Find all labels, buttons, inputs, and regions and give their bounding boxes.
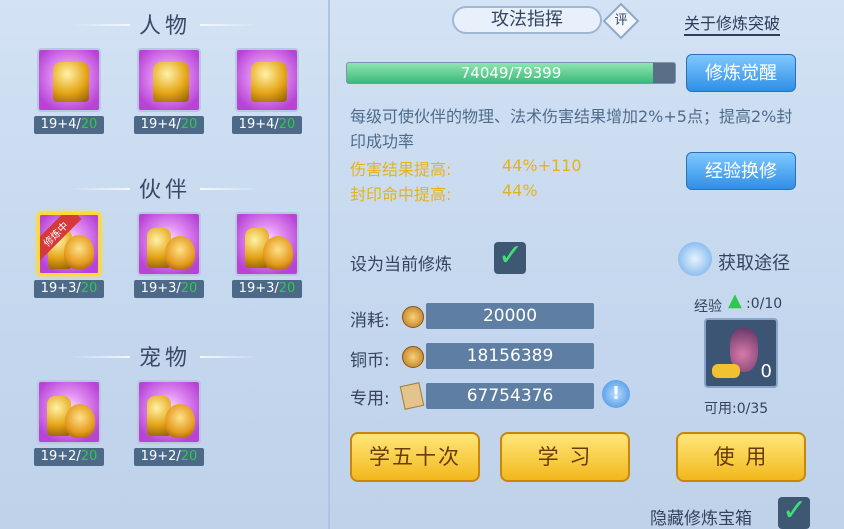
learn-button[interactable]: 学 习 bbox=[500, 432, 630, 482]
level-text: 19+3/ bbox=[140, 281, 181, 296]
check-icon: ✓ bbox=[782, 493, 808, 528]
cat-icon bbox=[165, 404, 195, 438]
swirl-decoration bbox=[70, 356, 130, 358]
swirl-decoration bbox=[200, 24, 260, 26]
cultivation-slot[interactable]: 19+3/20 bbox=[232, 212, 302, 298]
cat-icon bbox=[65, 404, 95, 438]
cost-value-consume: 20000 bbox=[426, 303, 594, 329]
cultivation-slot[interactable]: 修炼中 19+3/20 bbox=[34, 212, 104, 298]
level-bar: 19+3/20 bbox=[232, 280, 302, 298]
exp-value: :0/10 bbox=[746, 296, 783, 312]
cost-label-consume: 消耗: bbox=[350, 311, 390, 331]
check-icon: ✓ bbox=[498, 238, 524, 273]
description-text: 每级可使伙伴的物理、法术伤害结果增加2%+5点；提高2%封印成功率 bbox=[350, 107, 793, 151]
level-text: 19+2/ bbox=[40, 449, 81, 464]
coin-icon bbox=[402, 346, 424, 368]
panel-divider bbox=[328, 0, 330, 529]
bonus-value-seal: 44% bbox=[502, 181, 538, 200]
level-max: 20 bbox=[278, 281, 296, 296]
level-max: 20 bbox=[80, 281, 98, 296]
level-bar: 19+4/20 bbox=[232, 116, 302, 134]
figure-shape bbox=[251, 62, 287, 102]
level-text: 19+3/ bbox=[238, 281, 279, 296]
bonus-label-seal: 封印命中提高: bbox=[350, 185, 452, 204]
meditating-warrior-icon[interactable] bbox=[37, 48, 101, 112]
awaken-button[interactable]: 修炼觉醒 bbox=[686, 54, 796, 92]
level-text: 19+4/ bbox=[238, 117, 279, 132]
level-bar: 19+2/20 bbox=[34, 448, 104, 466]
cultivation-slot[interactable]: 19+4/20 bbox=[134, 48, 204, 134]
swirl-decoration bbox=[200, 356, 260, 358]
level-bar: 19+3/20 bbox=[34, 280, 104, 298]
rate-label: 评 bbox=[614, 13, 628, 28]
cost-value-copper: 18156389 bbox=[426, 343, 594, 369]
swirl-decoration bbox=[70, 24, 130, 26]
learn-fifty-button[interactable]: 学五十次 bbox=[350, 432, 480, 482]
arrow-up-icon: ▲ bbox=[728, 290, 742, 311]
set-current-checkbox[interactable]: ✓ bbox=[494, 238, 526, 274]
level-max: 20 bbox=[180, 281, 198, 296]
level-max: 20 bbox=[80, 449, 98, 464]
info-icon[interactable]: ! bbox=[602, 380, 630, 408]
level-max: 20 bbox=[180, 117, 198, 132]
level-text: 19+4/ bbox=[40, 117, 81, 132]
bonus-value-damage: 44%+110 bbox=[502, 156, 582, 175]
cost-label-special: 专用: bbox=[350, 389, 390, 409]
armored-warrior-icon[interactable] bbox=[235, 48, 299, 112]
cost-label-copper: 铜币: bbox=[350, 351, 390, 371]
level-bar: 19+2/20 bbox=[134, 448, 204, 466]
acquire-link[interactable]: 获取途径 bbox=[718, 249, 790, 275]
exchange-exp-button[interactable]: 经验换修 bbox=[686, 152, 796, 190]
cultivation-slot[interactable]: 19+4/20 bbox=[232, 48, 302, 134]
swirl-decoration bbox=[70, 188, 130, 190]
section-title: 人物 bbox=[138, 14, 191, 39]
level-max: 20 bbox=[180, 449, 198, 464]
sword-lion-icon[interactable]: 修炼中 bbox=[37, 212, 101, 276]
section-title: 伙伴 bbox=[138, 178, 191, 203]
level-max: 20 bbox=[80, 117, 98, 132]
palm-lion-icon[interactable] bbox=[235, 212, 299, 276]
item-slot[interactable]: 0 bbox=[704, 318, 778, 388]
usable-label: 可用:0/35 bbox=[704, 401, 769, 417]
progress-text: 74049/79399 bbox=[460, 64, 562, 82]
item-count: 0 bbox=[760, 361, 772, 382]
cultivation-slot[interactable]: 19+2/20 bbox=[134, 380, 204, 466]
sword-cat-icon[interactable] bbox=[37, 380, 101, 444]
shield-warrior-icon[interactable] bbox=[137, 48, 201, 112]
level-bar: 19+3/20 bbox=[134, 280, 204, 298]
coin-icon bbox=[402, 306, 424, 328]
cost-value-special: 67754376 bbox=[426, 383, 594, 409]
tab-attack-command[interactable]: 攻法指挥 bbox=[452, 6, 602, 34]
level-text: 19+4/ bbox=[140, 117, 181, 132]
lion-head-icon bbox=[64, 235, 94, 269]
cultivation-slot[interactable]: 19+4/20 bbox=[34, 48, 104, 134]
set-current-label: 设为当前修炼 bbox=[350, 255, 452, 275]
level-text: 19+3/ bbox=[40, 281, 81, 296]
exp-label: 经验 bbox=[694, 299, 722, 315]
shield-cat-icon[interactable] bbox=[137, 380, 201, 444]
level-max: 20 bbox=[278, 117, 296, 132]
exp-progress-bar: 74049/79399 bbox=[346, 62, 676, 84]
book-icon[interactable] bbox=[678, 242, 712, 276]
swirl-decoration bbox=[200, 188, 260, 190]
section-title: 宠物 bbox=[138, 346, 191, 371]
figure-shape bbox=[53, 62, 89, 102]
shield-lion-icon[interactable] bbox=[137, 212, 201, 276]
hide-box-label: 隐藏修炼宝箱 bbox=[650, 509, 752, 529]
hide-box-checkbox[interactable]: ✓ bbox=[778, 493, 810, 529]
lion-head-icon bbox=[165, 236, 195, 270]
level-bar: 19+4/20 bbox=[34, 116, 104, 134]
cultivation-slot[interactable]: 19+2/20 bbox=[34, 380, 104, 466]
figure-shape bbox=[153, 62, 189, 102]
bonus-label-damage: 伤害结果提高: bbox=[350, 160, 452, 179]
level-text: 19+2/ bbox=[140, 449, 181, 464]
gold-icon bbox=[712, 364, 740, 378]
about-breakthrough-link[interactable]: 关于修炼突破 bbox=[684, 10, 781, 36]
use-button[interactable]: 使 用 bbox=[676, 432, 806, 482]
cultivation-slot[interactable]: 19+3/20 bbox=[134, 212, 204, 298]
level-bar: 19+4/20 bbox=[134, 116, 204, 134]
lion-head-icon bbox=[263, 236, 293, 270]
